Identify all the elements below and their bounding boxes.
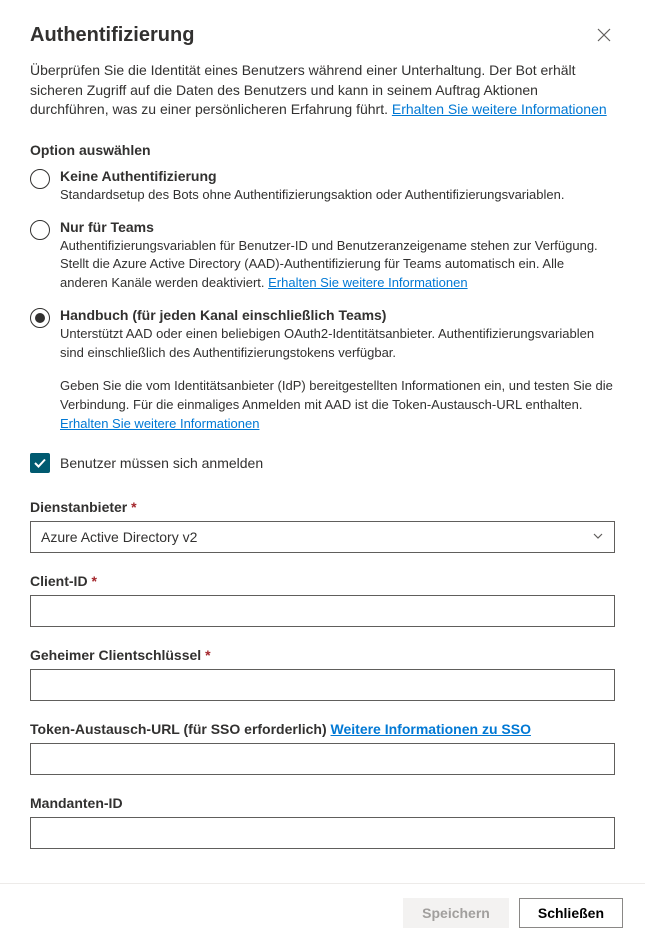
tokenurl-label: Token-Austausch-URL (für SSO erforderlic… xyxy=(30,721,615,737)
clientid-label-text: Client-ID xyxy=(30,573,88,589)
tenantid-input[interactable] xyxy=(30,817,615,849)
radio-teams[interactable] xyxy=(30,220,50,240)
required-mark: * xyxy=(127,499,136,515)
required-mark: * xyxy=(201,647,210,663)
option-section-label: Option auswählen xyxy=(30,142,615,158)
option-manual: Handbuch (für jeden Kanal einschließlich… xyxy=(30,307,615,433)
provider-select[interactable]: Azure Active Directory v2 xyxy=(30,521,615,553)
option-teams: Nur für Teams Authentifizierungsvariable… xyxy=(30,219,615,294)
clientsecret-label: Geheimer Clientschlüssel * xyxy=(30,647,615,663)
field-clientsecret: Geheimer Clientschlüssel * xyxy=(30,647,615,701)
option-teams-title[interactable]: Nur für Teams xyxy=(60,219,615,235)
option-teams-desc: Authentifizierungsvariablen für Benutzer… xyxy=(60,237,615,294)
close-icon xyxy=(597,29,611,45)
option-manual-note: Geben Sie die vom Identitätsanbieter (Id… xyxy=(60,377,615,434)
require-signin-label[interactable]: Benutzer müssen sich anmelden xyxy=(60,455,263,471)
field-tokenurl: Token-Austausch-URL (für SSO erforderlic… xyxy=(30,721,615,775)
option-manual-note-text: Geben Sie die vom Identitätsanbieter (Id… xyxy=(60,378,613,412)
provider-label: Dienstanbieter * xyxy=(30,499,615,515)
tokenurl-link[interactable]: Weitere Informationen zu SSO xyxy=(331,721,531,737)
option-manual-desc: Unterstützt AAD oder einen beliebigen OA… xyxy=(60,325,615,363)
radio-none[interactable] xyxy=(30,169,50,189)
close-footer-button[interactable]: Schließen xyxy=(519,898,623,928)
intro-link[interactable]: Erhalten Sie weitere Informationen xyxy=(392,101,607,117)
clientid-label: Client-ID * xyxy=(30,573,615,589)
auth-panel: Authentifizierung Überprüfen Sie die Ide… xyxy=(0,0,645,942)
clientid-input[interactable] xyxy=(30,595,615,627)
option-manual-link[interactable]: Erhalten Sie weitere Informationen xyxy=(60,416,259,431)
page-title: Authentifizierung xyxy=(30,24,194,47)
option-manual-title[interactable]: Handbuch (für jeden Kanal einschließlich… xyxy=(60,307,615,323)
required-mark: * xyxy=(88,573,97,589)
clientsecret-input[interactable] xyxy=(30,669,615,701)
provider-value: Azure Active Directory v2 xyxy=(41,529,197,545)
field-clientid: Client-ID * xyxy=(30,573,615,627)
option-none-body: Keine Authentifizierung Standardsetup de… xyxy=(60,168,615,205)
tenantid-label: Mandanten-ID xyxy=(30,795,615,811)
option-manual-body: Handbuch (für jeden Kanal einschließlich… xyxy=(60,307,615,433)
require-signin-checkbox[interactable] xyxy=(30,453,50,473)
chevron-down-icon xyxy=(592,530,604,545)
tokenurl-input[interactable] xyxy=(30,743,615,775)
option-none-desc: Standardsetup des Bots ohne Authentifizi… xyxy=(60,186,615,205)
option-teams-link[interactable]: Erhalten Sie weitere Informationen xyxy=(268,275,467,290)
intro-text: Überprüfen Sie die Identität eines Benut… xyxy=(30,61,615,120)
radio-manual[interactable] xyxy=(30,308,50,328)
option-none: Keine Authentifizierung Standardsetup de… xyxy=(30,168,615,205)
tokenurl-label-text: Token-Austausch-URL (für SSO erforderlic… xyxy=(30,721,331,737)
field-tenantid: Mandanten-ID xyxy=(30,795,615,849)
option-teams-body: Nur für Teams Authentifizierungsvariable… xyxy=(60,219,615,294)
field-provider: Dienstanbieter * Azure Active Directory … xyxy=(30,499,615,553)
panel-header: Authentifizierung xyxy=(0,0,645,61)
check-icon xyxy=(33,456,47,470)
save-button[interactable]: Speichern xyxy=(403,898,509,928)
panel-content[interactable]: Überprüfen Sie die Identität eines Benut… xyxy=(0,61,645,883)
clientsecret-label-text: Geheimer Clientschlüssel xyxy=(30,647,201,663)
panel-footer: Speichern Schließen xyxy=(0,883,645,942)
close-button[interactable] xyxy=(593,24,615,49)
tenantid-label-text: Mandanten-ID xyxy=(30,795,123,811)
option-none-title[interactable]: Keine Authentifizierung xyxy=(60,168,615,184)
require-signin-row: Benutzer müssen sich anmelden xyxy=(30,453,615,473)
provider-label-text: Dienstanbieter xyxy=(30,499,127,515)
